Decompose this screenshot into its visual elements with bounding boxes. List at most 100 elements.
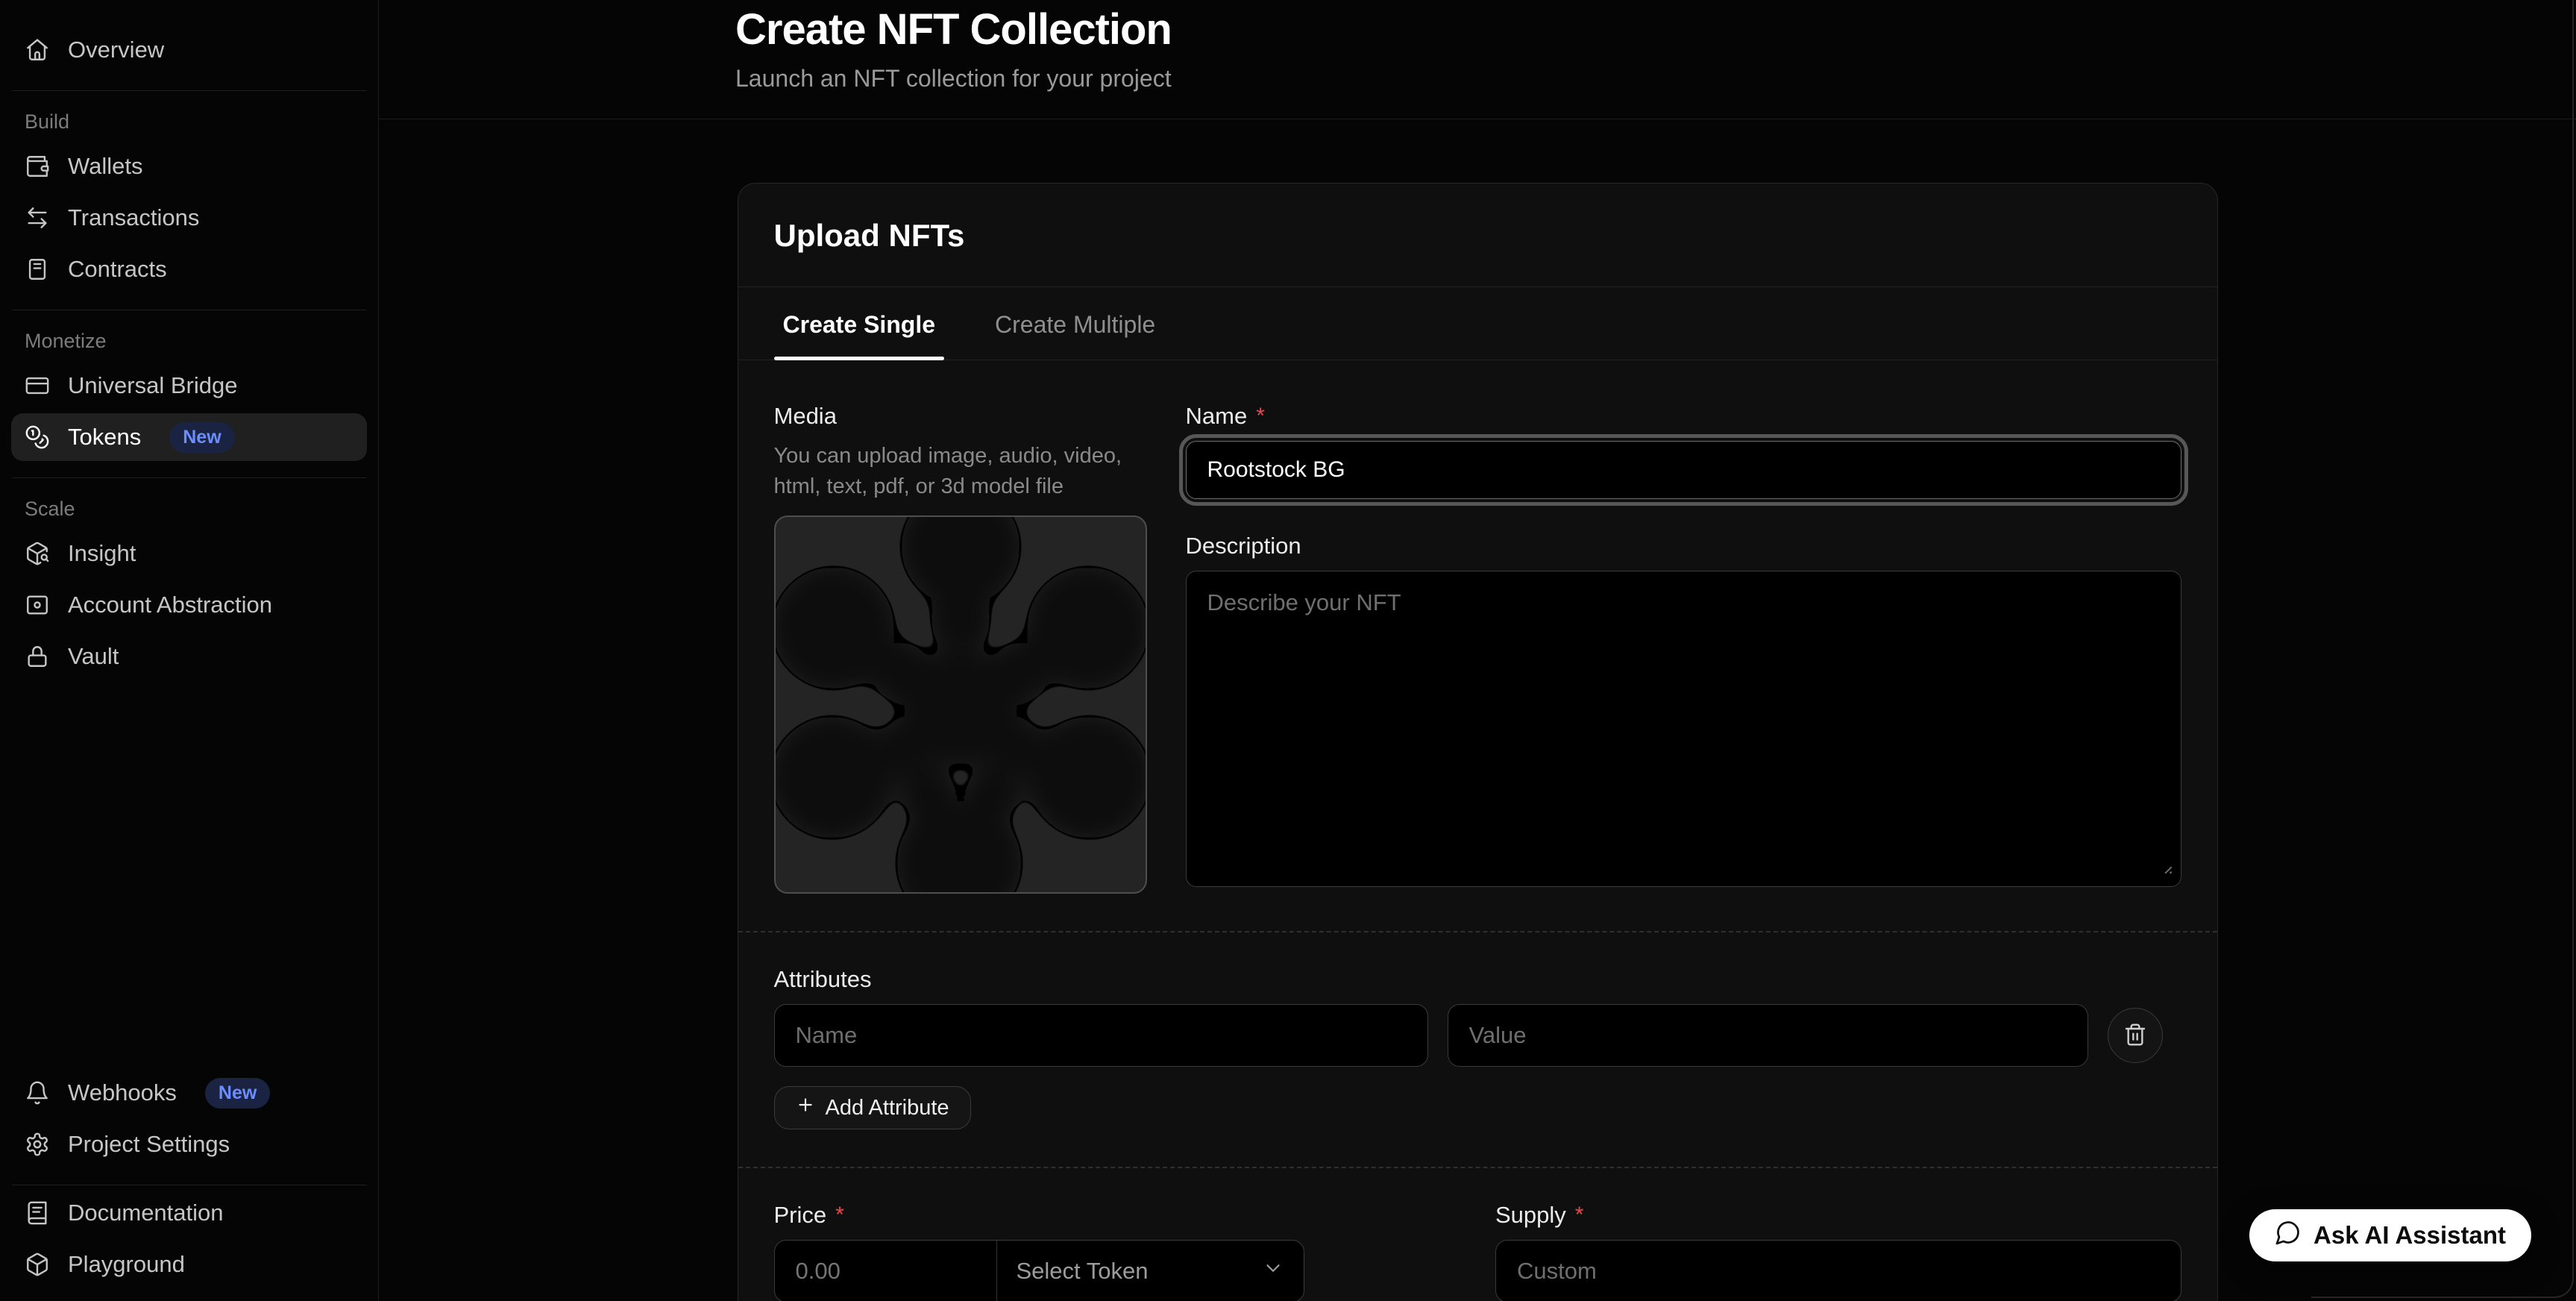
- section-divider: [738, 931, 2217, 932]
- sidebar-item-transactions[interactable]: Transactions: [11, 194, 367, 242]
- sidebar-item-account-abstraction[interactable]: Account Abstraction: [11, 581, 367, 629]
- page-title: Create NFT Collection: [735, 4, 2576, 54]
- sidebar-item-label: Webhooks: [68, 1079, 177, 1106]
- page-subtitle: Launch an NFT collection for your projec…: [735, 65, 2576, 93]
- sidebar-item-label: Contracts: [68, 256, 167, 283]
- sidebar-item-contracts[interactable]: Contracts: [11, 245, 367, 293]
- chat-bubble-icon: [2275, 1219, 2302, 1252]
- sidebar-section-label: Build: [25, 110, 378, 134]
- sidebar-item-playground[interactable]: Playground: [11, 1241, 367, 1288]
- required-asterisk: *: [1256, 402, 1265, 430]
- attribute-value-input[interactable]: [1448, 1004, 2088, 1067]
- sidebar-bottom: Webhooks New Project Settings Documentation…: [0, 1065, 378, 1292]
- sidebar-item-label: Insight: [68, 540, 136, 567]
- price-supply-section: Price * Select Token: [774, 1201, 2181, 1301]
- media-label: Media: [774, 402, 1147, 430]
- transactions-icon: [25, 205, 50, 231]
- sidebar-section-label: Monetize: [25, 330, 378, 353]
- webhooks-icon: [25, 1080, 50, 1106]
- attributes-label-text: Attributes: [774, 965, 872, 994]
- price-label: Price *: [774, 1201, 1460, 1229]
- content-area: Upload NFTs Create Single Create Multipl…: [379, 119, 2576, 1301]
- sidebar-item-wallets[interactable]: Wallets: [11, 142, 367, 190]
- supply-input[interactable]: [1495, 1240, 2181, 1301]
- sidebar-divider: [12, 90, 366, 91]
- bridge-icon: [25, 373, 50, 398]
- sidebar-nav: Overview Build Wallets Transactions Contract…: [0, 22, 378, 684]
- sidebar-item-overview[interactable]: Overview: [11, 26, 367, 74]
- card-title: Upload NFTs: [774, 218, 2181, 254]
- tab-create-single[interactable]: Create Single: [774, 287, 945, 360]
- required-asterisk: *: [835, 1201, 844, 1229]
- main-content: Create NFT Collection Launch an NFT coll…: [379, 0, 2576, 1301]
- attributes-section: Attributes: [774, 965, 2181, 1129]
- card-header: Upload NFTs: [738, 184, 2217, 287]
- sidebar-item-label: Transactions: [68, 204, 199, 231]
- token-select[interactable]: Select Token: [997, 1241, 1304, 1301]
- wallet-icon: [25, 154, 50, 179]
- supply-label-text: Supply: [1495, 1201, 1566, 1229]
- blob-pattern-image: [776, 883, 1146, 894]
- media-section: Media You can upload image, audio, video…: [774, 402, 1147, 894]
- sidebar-item-webhooks[interactable]: Webhooks New: [11, 1069, 367, 1117]
- add-attribute-button[interactable]: Add Attribute: [774, 1086, 971, 1129]
- price-amount-input[interactable]: [775, 1241, 997, 1301]
- price-input-group: Select Token: [774, 1240, 1304, 1301]
- token-select-value: Select Token: [1017, 1258, 1149, 1285]
- sidebar-section-label: Scale: [25, 498, 378, 521]
- account-abstraction-icon: [25, 592, 50, 618]
- name-input[interactable]: [1186, 441, 2181, 499]
- name-description-section: Name * Description: [1186, 402, 2181, 894]
- sidebar-item-label: Account Abstraction: [68, 592, 272, 618]
- resize-handle-icon[interactable]: [2155, 856, 2174, 880]
- sidebar-divider: [12, 477, 366, 478]
- contracts-icon: [25, 257, 50, 282]
- vault-icon: [25, 644, 50, 669]
- tabs: Create Single Create Multiple: [738, 287, 2217, 360]
- sidebar-item-label: Playground: [68, 1251, 185, 1278]
- upload-nfts-card: Upload NFTs Create Single Create Multipl…: [738, 183, 2218, 1301]
- supply-field: Supply *: [1495, 1201, 2181, 1301]
- required-asterisk: *: [1575, 1201, 1584, 1229]
- playground-icon: [25, 1252, 50, 1277]
- description-input[interactable]: [1186, 571, 2181, 887]
- new-badge: New: [169, 422, 234, 453]
- sidebar-item-vault[interactable]: Vault: [11, 633, 367, 680]
- sidebar-item-tokens[interactable]: Tokens New: [11, 413, 367, 461]
- supply-label: Supply *: [1495, 1201, 2181, 1229]
- attribute-name-input[interactable]: [774, 1004, 1428, 1067]
- home-icon: [25, 37, 50, 63]
- page-header: Create NFT Collection Launch an NFT coll…: [379, 0, 2576, 119]
- docs-icon: [25, 1200, 50, 1226]
- sidebar-item-label: Tokens: [68, 424, 141, 451]
- ask-ai-assistant-button[interactable]: Ask AI Assistant: [2249, 1209, 2531, 1261]
- trash-icon: [2123, 1023, 2147, 1049]
- tab-create-multiple[interactable]: Create Multiple: [986, 287, 1164, 360]
- insight-icon: [25, 541, 50, 566]
- sidebar-item-insight[interactable]: Insight: [11, 530, 367, 577]
- chevron-down-icon: [1262, 1257, 1284, 1285]
- price-label-text: Price: [774, 1201, 827, 1229]
- tokens-icon: [25, 424, 50, 450]
- description-label-text: Description: [1186, 532, 1301, 560]
- sidebar-item-label: Universal Bridge: [68, 372, 237, 399]
- sidebar-item-universal-bridge[interactable]: Universal Bridge: [11, 362, 367, 410]
- section-divider: [738, 1167, 2217, 1168]
- delete-attribute-button[interactable]: [2108, 1008, 2163, 1063]
- media-helper: You can upload image, audio, video, html…: [774, 441, 1147, 502]
- description-label: Description: [1186, 532, 2181, 560]
- add-attribute-label: Add Attribute: [826, 1096, 949, 1120]
- attributes-label: Attributes: [774, 965, 2181, 994]
- new-badge: New: [205, 1078, 270, 1109]
- card-body: Media You can upload image, audio, video…: [738, 360, 2217, 1301]
- sidebar-item-documentation[interactable]: Documentation: [11, 1189, 367, 1237]
- settings-icon: [25, 1132, 50, 1157]
- price-field: Price * Select Token: [774, 1201, 1460, 1301]
- name-label: Name *: [1186, 402, 2181, 430]
- attribute-row: [774, 1004, 2181, 1067]
- name-label-text: Name: [1186, 402, 1248, 430]
- media-upload-preview[interactable]: [774, 515, 1147, 894]
- sidebar: Overview Build Wallets Transactions Contract…: [0, 0, 379, 1301]
- sidebar-item-project-settings[interactable]: Project Settings: [11, 1120, 367, 1168]
- sidebar-item-label: Overview: [68, 37, 164, 63]
